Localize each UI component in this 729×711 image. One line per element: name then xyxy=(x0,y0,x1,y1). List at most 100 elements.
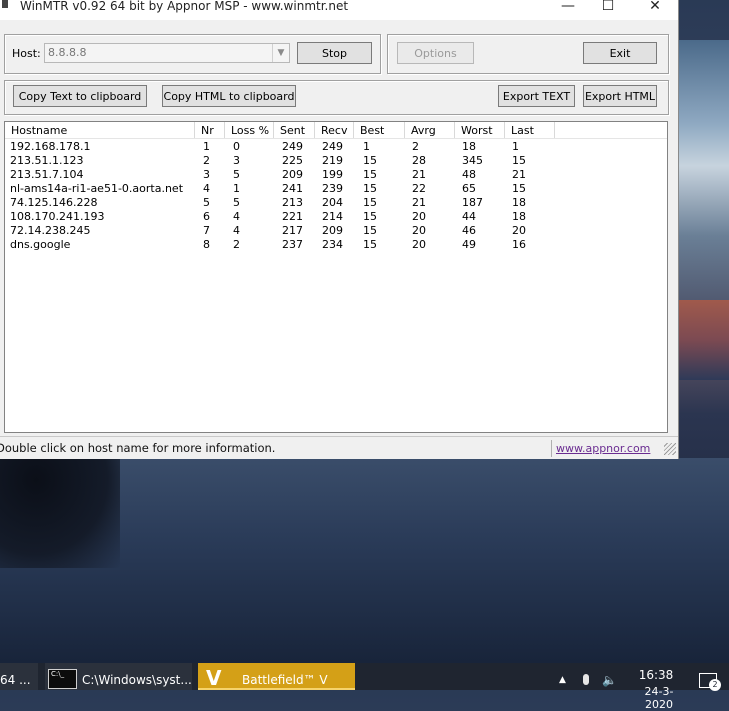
cell-sent: 209 xyxy=(282,168,303,181)
cell-sent: 217 xyxy=(282,224,303,237)
notification-icon[interactable]: 2 xyxy=(699,673,721,691)
col-best[interactable]: Best xyxy=(354,122,405,138)
cell-sent: 237 xyxy=(282,238,303,251)
col-nr[interactable]: Nr xyxy=(195,122,225,138)
cell-hostname: 74.125.146.228 xyxy=(10,196,98,209)
cell-last: 15 xyxy=(512,154,526,167)
col-last[interactable]: Last xyxy=(505,122,555,138)
taskbar-item-label: 64 ... xyxy=(0,673,31,687)
host-combobox[interactable]: 8.8.8.8 ▼ xyxy=(44,43,290,63)
cell-worst: 345 xyxy=(462,154,483,167)
export-html-button[interactable]: Export HTML xyxy=(583,85,657,107)
cell-nr: 2 xyxy=(203,154,210,167)
cell-worst: 49 xyxy=(462,238,476,251)
show-hidden-icons-icon[interactable]: ▲ xyxy=(559,663,569,690)
cell-best: 15 xyxy=(363,238,377,251)
cell-last: 21 xyxy=(512,168,526,181)
cell-best: 15 xyxy=(363,210,377,223)
host-value: 8.8.8.8 xyxy=(48,46,87,59)
table-row[interactable]: dns.google 8 2 237 234 15 20 49 16 xyxy=(5,238,667,252)
cell-recv: 239 xyxy=(322,182,343,195)
cell-avrg: 20 xyxy=(412,238,426,251)
taskbar-item-prev[interactable]: 64 ... xyxy=(0,663,38,690)
col-avrg[interactable]: Avrg xyxy=(405,122,455,138)
table-row[interactable]: 108.170.241.193 6 4 221 214 15 20 44 18 xyxy=(5,210,667,224)
close-button[interactable]: ✕ xyxy=(632,0,678,14)
appnor-link[interactable]: www.appnor.com xyxy=(556,442,650,455)
cell-nr: 1 xyxy=(203,140,210,153)
options-button[interactable]: Options xyxy=(397,42,474,64)
clock[interactable]: 16:38 24-3-2020 xyxy=(631,663,691,711)
taskbar-item-battlefield[interactable]: V Battlefield™ V xyxy=(198,663,355,690)
cell-last: 20 xyxy=(512,224,526,237)
cell-nr: 3 xyxy=(203,168,210,181)
table-row[interactable]: nl-ams14a-ri1-ae51-0.aorta.net 4 1 241 239 15… xyxy=(5,182,667,196)
copy-html-button[interactable]: Copy HTML to clipboard xyxy=(162,85,296,107)
chevron-down-icon[interactable]: ▼ xyxy=(272,44,289,62)
cell-recv: 214 xyxy=(322,210,343,223)
microphone-icon[interactable] xyxy=(580,663,592,690)
desktop-sunset xyxy=(676,300,729,380)
stop-button[interactable]: Stop xyxy=(297,42,372,64)
cell-last: 16 xyxy=(512,238,526,251)
cell-loss: 3 xyxy=(233,154,240,167)
col-worst[interactable]: Worst xyxy=(455,122,505,138)
cell-avrg: 22 xyxy=(412,182,426,195)
taskbar: 64 ... C:\_ C:\Windows\syst... V Battlef… xyxy=(0,663,729,711)
cell-nr: 5 xyxy=(203,196,210,209)
cell-last: 1 xyxy=(512,140,519,153)
cell-worst: 65 xyxy=(462,182,476,195)
results-table[interactable]: Hostname Nr Loss % Sent Recv Best Avrg W… xyxy=(4,121,668,433)
cell-loss: 2 xyxy=(233,238,240,251)
cell-avrg: 28 xyxy=(412,154,426,167)
cell-loss: 4 xyxy=(233,224,240,237)
cell-worst: 44 xyxy=(462,210,476,223)
battlefield-icon: V xyxy=(206,666,222,690)
volume-icon[interactable]: 🔈 xyxy=(602,663,620,690)
table-row[interactable]: 213.51.7.104 3 5 209 199 15 21 48 21 xyxy=(5,168,667,182)
cell-loss: 1 xyxy=(233,182,240,195)
cell-loss: 0 xyxy=(233,140,240,153)
cell-best: 15 xyxy=(363,168,377,181)
cell-recv: 204 xyxy=(322,196,343,209)
table-row[interactable]: 72.14.238.245 7 4 217 209 15 20 46 20 xyxy=(5,224,667,238)
col-recv[interactable]: Recv xyxy=(315,122,354,138)
taskbar-item-cmd[interactable]: C:\_ C:\Windows\syst... xyxy=(45,663,192,690)
col-loss[interactable]: Loss % xyxy=(225,122,274,138)
cell-sent: 249 xyxy=(282,140,303,153)
title-bar[interactable]: WinMTR v0.92 64 bit by Appnor MSP - www.… xyxy=(0,0,678,20)
table-row[interactable]: 74.125.146.228 5 5 213 204 15 21 187 18 xyxy=(5,196,667,210)
cell-best: 15 xyxy=(363,182,377,195)
cell-sent: 221 xyxy=(282,210,303,223)
cell-hostname: 213.51.7.104 xyxy=(10,168,84,181)
app-icon xyxy=(2,0,8,8)
cell-recv: 219 xyxy=(322,154,343,167)
export-text-button[interactable]: Export TEXT xyxy=(498,85,575,107)
status-bar: Double click on host name for more infor… xyxy=(0,436,678,459)
cell-best: 15 xyxy=(363,154,377,167)
cell-hostname: 192.168.178.1 xyxy=(10,140,91,153)
cell-sent: 213 xyxy=(282,196,303,209)
taskbar-item-label: C:\Windows\syst... xyxy=(82,673,192,687)
col-hostname[interactable]: Hostname xyxy=(5,122,195,138)
cell-worst: 18 xyxy=(462,140,476,153)
cell-hostname: 213.51.1.123 xyxy=(10,154,84,167)
cell-best: 15 xyxy=(363,224,377,237)
cell-nr: 4 xyxy=(203,182,210,195)
table-row[interactable]: 192.168.178.1 1 0 249 249 1 2 18 1 xyxy=(5,140,667,154)
cell-worst: 46 xyxy=(462,224,476,237)
status-text: Double click on host name for more infor… xyxy=(0,441,276,455)
cell-nr: 8 xyxy=(203,238,210,251)
maximize-button[interactable]: ☐ xyxy=(585,0,631,14)
taskbar-item-label: Battlefield™ V xyxy=(242,673,328,687)
copy-text-button[interactable]: Copy Text to clipboard xyxy=(13,85,147,107)
cmd-icon: C:\_ xyxy=(48,669,77,689)
cell-recv: 199 xyxy=(322,168,343,181)
cell-loss: 4 xyxy=(233,210,240,223)
resize-grip[interactable] xyxy=(664,443,676,455)
table-row[interactable]: 213.51.1.123 2 3 225 219 15 28 345 15 xyxy=(5,154,667,168)
exit-button[interactable]: Exit xyxy=(583,42,657,64)
cell-best: 15 xyxy=(363,196,377,209)
col-sent[interactable]: Sent xyxy=(274,122,315,138)
cell-recv: 249 xyxy=(322,140,343,153)
